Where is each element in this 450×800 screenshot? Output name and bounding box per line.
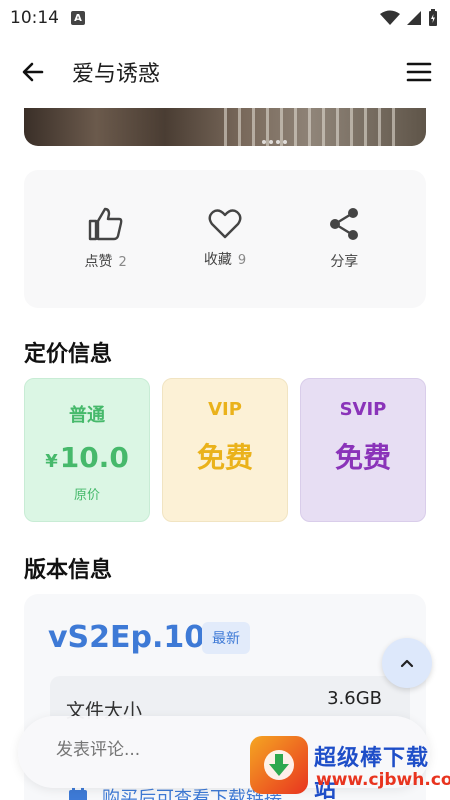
menu-icon[interactable]: [406, 61, 432, 83]
price-tier-vip: VIP: [208, 399, 242, 420]
favorite-label: 收藏 9: [203, 252, 247, 268]
cover-image-pattern: [224, 108, 404, 146]
site-watermark: 超级棒下载站 www.cjbwh.com: [250, 736, 450, 800]
status-bar: 10:14 A: [0, 0, 450, 36]
share-label: 分享: [330, 254, 359, 270]
price-value-vip: 免费: [196, 441, 253, 474]
price-value-svip: 免费: [334, 441, 391, 474]
notification-a-icon: A: [71, 11, 85, 25]
price-tier-svip: SVIP: [339, 399, 387, 420]
thumbs-up-icon: [88, 207, 123, 241]
price-original-label: 原价: [73, 488, 100, 503]
carousel-indicator: [262, 140, 287, 144]
like-count: 2: [118, 255, 127, 270]
favorite-button[interactable]: 收藏 9: [180, 209, 270, 269]
price-value-normal: ¥10.0: [45, 441, 129, 474]
share-icon: [330, 208, 359, 240]
file-size-value: 3.6GB: [327, 688, 382, 709]
scroll-to-top-button[interactable]: [382, 638, 432, 688]
like-button[interactable]: 点赞 2: [61, 207, 151, 271]
version-section-title: 版本信息: [24, 558, 113, 583]
watermark-logo: [250, 736, 308, 794]
favorite-count: 9: [237, 253, 247, 268]
status-icons: [380, 9, 438, 27]
chevron-up-icon: [400, 659, 414, 668]
wifi-icon: [380, 10, 400, 25]
cell-signal-icon: [407, 11, 421, 25]
page-title: 爱与诱惑: [72, 62, 161, 87]
like-label: 点赞 2: [84, 254, 127, 270]
price-tier-normal: 普通: [69, 405, 105, 426]
app-bar: 爱与诱惑: [0, 44, 450, 100]
watermark-url: www.cjbwh.com: [316, 770, 450, 790]
price-card-svip[interactable]: SVIP 免费: [300, 378, 426, 522]
download-arrow-icon: [264, 750, 294, 780]
calendar-icon: [69, 787, 87, 800]
version-name: vS2Ep.10: [48, 620, 206, 655]
status-time: 10:14: [10, 8, 59, 28]
back-arrow-icon[interactable]: [20, 59, 46, 85]
actions-card: 点赞 2 收藏 9 分享: [24, 170, 426, 308]
comment-input[interactable]: [56, 740, 236, 760]
price-card-normal[interactable]: 普通 ¥10.0 原价: [24, 378, 150, 522]
price-card-vip[interactable]: VIP 免费: [162, 378, 288, 522]
heart-icon: [208, 209, 242, 239]
cover-image: [24, 108, 426, 146]
battery-icon: [429, 9, 437, 26]
pricing-section-title: 定价信息: [24, 342, 113, 367]
latest-badge: 最新: [202, 622, 250, 654]
share-button[interactable]: 分享: [299, 207, 389, 271]
